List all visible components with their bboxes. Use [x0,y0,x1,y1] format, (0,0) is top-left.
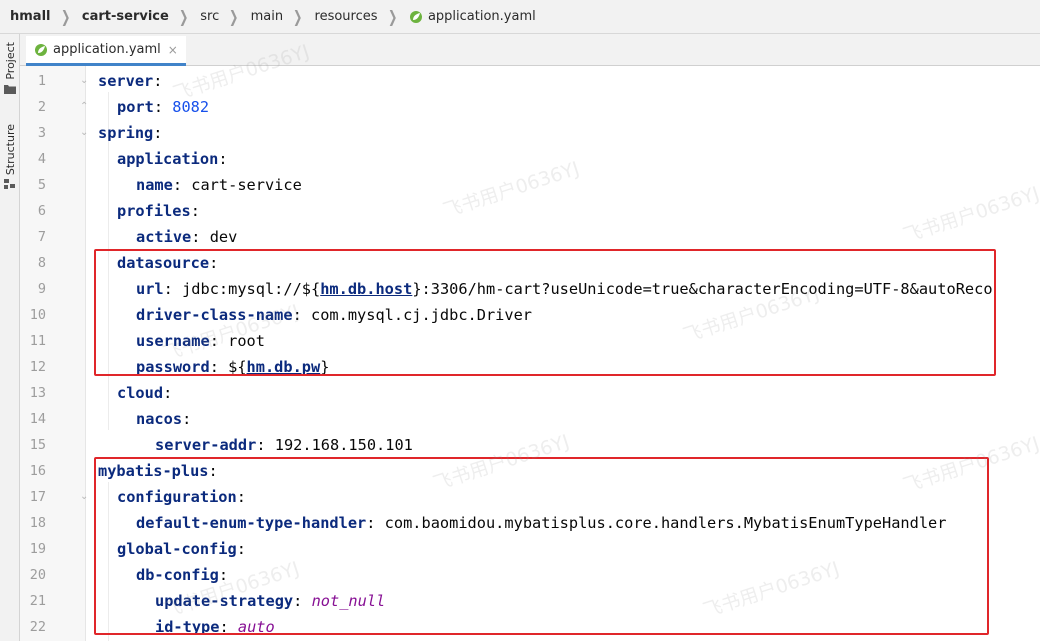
code-line-11: username: root [136,332,265,350]
editor-tab-application-yaml[interactable]: application.yaml × [26,36,186,66]
code-editor[interactable]: server: port: 8082 spring: application: … [86,66,1040,641]
structure-icon [4,179,15,190]
folder-icon [4,84,16,94]
code-line-3: spring: [98,124,163,142]
breadcrumb-main[interactable]: main [245,9,287,24]
code-line-14: nacos: [136,410,192,428]
code-line-6: profiles: [117,202,200,220]
code-line-4: application: [117,150,228,168]
line-number: 13 [29,385,46,401]
code-line-18: default-enum-type-handler: com.baomidou.… [136,514,947,532]
structure-tab-label: Structure [3,124,17,176]
code-line-1: server: [98,72,163,90]
line-number: 2 [37,99,46,115]
line-number: 5 [37,177,46,193]
line-number: 8 [37,255,46,271]
breadcrumb-cart-service[interactable]: cart-service [76,9,173,24]
structure-tool-tab[interactable]: Structure [1,124,19,190]
breadcrumb-src[interactable]: src [194,9,223,24]
editor-tab-bar: application.yaml × [20,34,1040,66]
line-number: 6 [37,203,46,219]
code-line-2: port: 8082 [117,98,210,116]
line-number: 16 [29,463,46,479]
code-line-7: active: dev [136,228,238,246]
code-line-19: global-config: [117,540,246,558]
chevron-right-icon: ❯ [229,7,239,26]
breadcrumb-resources[interactable]: resources [309,9,382,24]
code-line-8: datasource: [117,254,219,272]
breadcrumb-file-label: application.yaml [427,9,536,24]
code-line-13: cloud: [117,384,173,402]
project-tab-label: Project [3,42,17,80]
chevron-right-icon: ❯ [387,7,397,26]
breadcrumb-file[interactable]: application.yaml [403,9,540,24]
code-line-10: driver-class-name: com.mysql.cj.jdbc.Dri… [136,306,533,324]
line-number: 15 [29,437,46,453]
line-number-gutter: 1 2 3 4 5 6 7 8 9 10 11 12 13 14 15 16 1… [20,66,88,641]
code-line-12: password: ${hm.db.pw} [136,358,330,376]
chevron-right-icon: ❯ [60,7,70,26]
line-number: 22 [29,619,46,635]
code-line-9: url: jdbc:mysql://${hm.db.host}:3306/hm-… [136,280,993,298]
line-number: 18 [29,515,46,531]
code-line-17: configuration: [117,488,246,506]
line-number: 9 [37,281,46,297]
line-number: 4 [37,151,46,167]
close-icon[interactable]: × [168,43,178,57]
line-number: 7 [37,229,46,245]
code-line-15: server-addr: 192.168.150.101 [155,436,413,454]
line-number: 11 [29,333,46,349]
line-number: 19 [29,541,46,557]
chevron-right-icon: ❯ [178,7,189,26]
line-number: 17 [29,489,46,505]
indent-guide [108,482,109,641]
code-line-5: name: cart-service [136,176,302,194]
breadcrumb-hmall[interactable]: hmall [0,9,55,24]
line-number: 20 [29,567,46,583]
code-line-22: id-type: auto [155,618,275,636]
line-number: 3 [37,125,46,141]
line-number: 1 [37,73,46,89]
code-line-20: db-config: [136,566,229,584]
editor-tab-label: application.yaml [53,42,161,57]
project-tool-tab[interactable]: Project [1,42,19,94]
breadcrumb: hmall ❯ cart-service ❯ src ❯ main ❯ reso… [0,0,1040,34]
line-number: 10 [29,307,46,323]
spring-leaf-icon [409,10,422,23]
line-number: 12 [29,359,46,375]
line-number: 21 [29,593,46,609]
line-number: 14 [29,411,46,427]
spring-leaf-icon [35,43,47,56]
tool-window-stripe: Project Structure [0,34,20,641]
chevron-right-icon: ❯ [293,7,303,26]
code-line-16: mybatis-plus: [98,462,218,480]
code-line-21: update-strategy: not_null [155,592,386,610]
